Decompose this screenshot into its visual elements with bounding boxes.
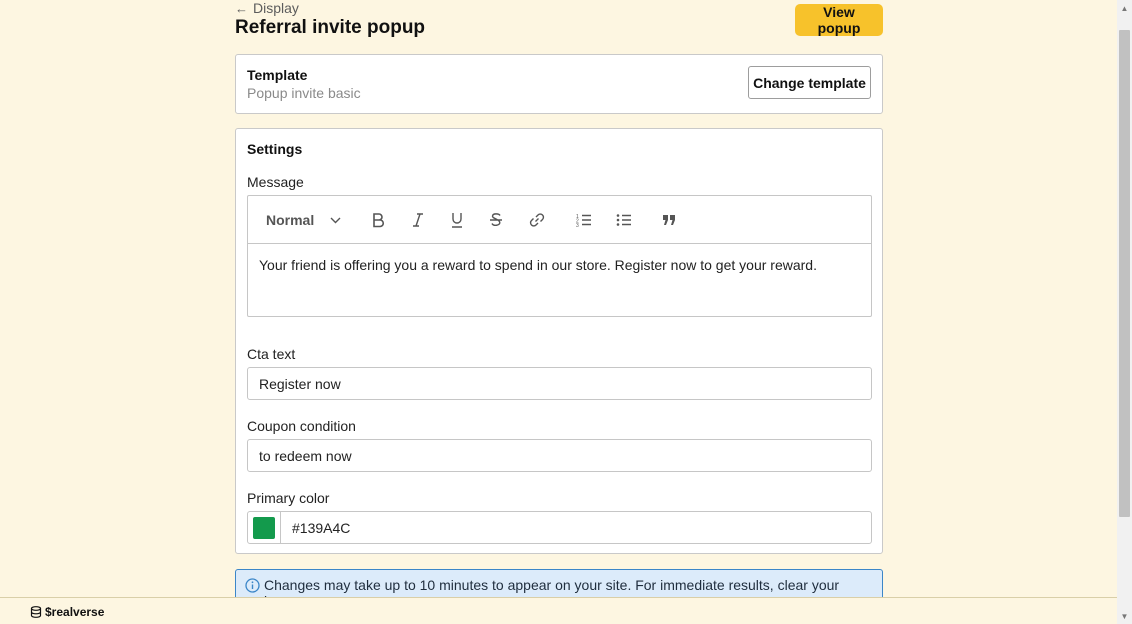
- chevron-down-icon: [330, 217, 341, 223]
- cta-text-label: Cta text: [247, 346, 296, 362]
- scrollbar-thumb[interactable]: [1119, 30, 1130, 517]
- page-title: Referral invite popup: [235, 17, 426, 38]
- footer-bar: $realverse: [0, 597, 1117, 624]
- template-name: Popup invite basic: [247, 85, 361, 101]
- format-select-value: Normal: [266, 212, 315, 228]
- back-link-label: Display: [253, 0, 299, 16]
- database-icon: [30, 606, 42, 618]
- primary-color-value: #139A4C: [292, 519, 351, 536]
- format-select[interactable]: Normal: [266, 210, 346, 230]
- bold-icon[interactable]: [368, 210, 388, 230]
- brand-name: $realverse: [45, 605, 105, 619]
- cta-text-input[interactable]: Register now: [247, 367, 872, 400]
- info-icon: [245, 578, 260, 593]
- back-link[interactable]: ← Display: [235, 0, 299, 16]
- template-card: Template Popup invite basic Change templ…: [235, 54, 883, 114]
- settings-card: Settings Message Normal 1 2 3 Your frien…: [235, 128, 883, 554]
- primary-color-input[interactable]: #139A4C: [247, 511, 872, 544]
- message-editor-body[interactable]: Your friend is offering you a reward to …: [259, 257, 817, 273]
- color-swatch: [253, 516, 275, 539]
- italic-icon[interactable]: [408, 210, 428, 230]
- editor-toolbar: Normal 1 2 3: [248, 196, 871, 244]
- info-banner-text: Changes may take up to 10 minutes to app…: [264, 577, 840, 597]
- svg-text:3: 3: [576, 223, 579, 227]
- strikethrough-icon[interactable]: [486, 210, 506, 230]
- cta-text-value: Register now: [259, 375, 341, 392]
- underline-icon[interactable]: [447, 210, 467, 230]
- vertical-scrollbar[interactable]: ▲ ▼: [1117, 0, 1132, 624]
- ordered-list-icon[interactable]: 123: [574, 210, 594, 230]
- view-popup-button[interactable]: View popup: [795, 4, 883, 36]
- color-swatch-button[interactable]: [248, 512, 281, 543]
- change-template-button[interactable]: Change template: [748, 66, 871, 99]
- primary-color-label: Primary color: [247, 490, 330, 506]
- template-title: Template: [247, 67, 308, 83]
- info-banner: Changes may take up to 10 minutes to app…: [235, 569, 883, 597]
- coupon-condition-label: Coupon condition: [247, 418, 356, 434]
- scroll-up-arrow-icon[interactable]: ▲: [1117, 0, 1132, 16]
- coupon-condition-value: to redeem now: [259, 447, 352, 464]
- arrow-left-icon: ←: [235, 0, 248, 16]
- blockquote-icon[interactable]: [659, 210, 679, 230]
- coupon-condition-input[interactable]: to redeem now: [247, 439, 872, 472]
- scroll-down-arrow-icon[interactable]: ▼: [1117, 608, 1132, 624]
- bullet-list-icon[interactable]: [614, 210, 634, 230]
- settings-title: Settings: [247, 141, 303, 157]
- message-editor: Normal 1 2 3 Your friend is offering you…: [247, 195, 872, 317]
- link-icon[interactable]: [526, 210, 548, 230]
- page: ← Display Referral invite popup View pop…: [0, 0, 1117, 597]
- message-label: Message: [247, 174, 304, 190]
- brand-logo[interactable]: $realverse: [30, 605, 104, 619]
